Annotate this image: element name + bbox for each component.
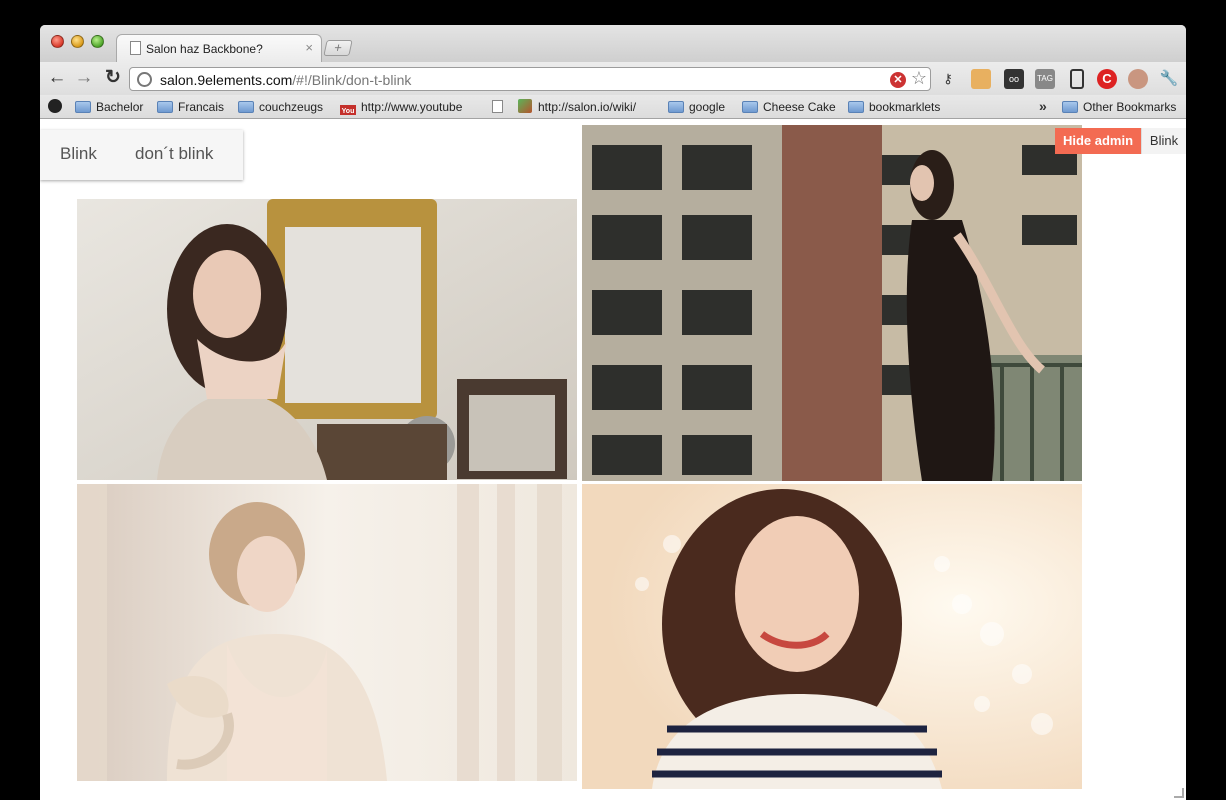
github-bookmark[interactable] bbox=[48, 99, 62, 115]
bookmark-couchzeugs[interactable]: couchzeugs bbox=[238, 99, 323, 115]
toolbar: ← → ↻ salon.9elements.com/#!/Blink/don-t… bbox=[40, 62, 1186, 95]
cake-icon[interactable] bbox=[971, 69, 991, 89]
github-icon bbox=[48, 99, 62, 113]
bookmark-label: http://www.youtube bbox=[361, 100, 463, 114]
glasses-icon[interactable]: oo bbox=[1004, 69, 1024, 89]
url-text: salon.9elements.com/#!/Blink/don-t-blink bbox=[160, 72, 411, 88]
forward-button[interactable]: → bbox=[73, 66, 95, 90]
hide-admin-button[interactable]: Hide admin bbox=[1055, 128, 1141, 154]
window-minimize-button[interactable] bbox=[71, 35, 84, 48]
phone-icon[interactable] bbox=[1070, 69, 1084, 89]
address-bar[interactable]: salon.9elements.com/#!/Blink/don-t-blink… bbox=[129, 67, 931, 91]
url-host: salon.9elements.com bbox=[160, 72, 293, 88]
bookmark-label: bookmarklets bbox=[869, 100, 941, 114]
tab-salon[interactable]: Salon haz Backbone? × bbox=[116, 34, 322, 62]
bookmark-salon-wiki[interactable]: http://salon.io/wiki/ bbox=[518, 99, 636, 115]
folder-icon bbox=[238, 101, 254, 113]
folder-icon bbox=[75, 101, 91, 113]
leaf-icon bbox=[518, 99, 532, 113]
folder-icon bbox=[157, 101, 173, 113]
globe-icon bbox=[137, 72, 152, 87]
folder-icon bbox=[742, 101, 758, 113]
photo-woman-striped-shirt[interactable] bbox=[582, 484, 1082, 789]
bookmark-label: google bbox=[689, 100, 726, 114]
album-title-panel: Blink don´t blink bbox=[40, 130, 243, 180]
bookmark-label: couchzeugs bbox=[259, 100, 324, 114]
key-icon[interactable]: ⚷ bbox=[938, 69, 958, 89]
resize-grip-icon[interactable] bbox=[1174, 788, 1184, 798]
folder-icon bbox=[668, 101, 684, 113]
bookmark-francais[interactable]: Francais bbox=[157, 99, 224, 115]
wrench-icon[interactable]: 🔧 bbox=[1159, 69, 1179, 89]
bookmark-label: Bachelor bbox=[96, 100, 144, 114]
bookmark-bookmarklets[interactable]: bookmarklets bbox=[848, 99, 940, 115]
bookmark-page[interactable] bbox=[492, 99, 509, 115]
back-button[interactable]: ← bbox=[46, 66, 68, 90]
youtube-icon: You bbox=[340, 105, 356, 115]
stop-icon[interactable]: C bbox=[1097, 69, 1117, 89]
url-path: /#!/Blink/don-t-blink bbox=[292, 72, 412, 88]
photo-woman-balcony[interactable] bbox=[582, 125, 1082, 481]
tab-close-icon[interactable]: × bbox=[305, 40, 313, 55]
admin-album-label[interactable]: Blink bbox=[1141, 128, 1186, 154]
bookmark-cheese-cake[interactable]: Cheese Cake bbox=[742, 99, 836, 115]
album-title[interactable]: Blink bbox=[60, 144, 97, 164]
folder-icon bbox=[848, 101, 864, 113]
window-maximize-button[interactable] bbox=[91, 35, 104, 48]
reload-button[interactable]: ↻ bbox=[102, 66, 124, 90]
page-icon bbox=[492, 100, 503, 113]
tag-icon[interactable]: TAG bbox=[1035, 69, 1055, 89]
star-icon[interactable]: ☆ bbox=[911, 68, 927, 89]
tab-title: Salon haz Backbone? bbox=[146, 42, 263, 56]
bookmark-bachelor[interactable]: Bachelor bbox=[75, 99, 143, 115]
photo-woman-bow[interactable] bbox=[77, 484, 577, 781]
bookmark-label: http://salon.io/wiki/ bbox=[538, 100, 637, 114]
new-tab-button[interactable]: + bbox=[323, 40, 353, 56]
window-close-button[interactable] bbox=[51, 35, 64, 48]
bookmark-youtube[interactable]: You http://www.youtube bbox=[340, 99, 473, 115]
tab-strip: Salon haz Backbone? × + bbox=[40, 25, 1186, 62]
bookmark-label: Other Bookmarks bbox=[1083, 100, 1177, 114]
stop-icon[interactable]: ✕ bbox=[890, 72, 906, 88]
page-icon bbox=[130, 41, 141, 55]
bookmark-label: Francais bbox=[178, 100, 225, 114]
more-bookmarks-chevron[interactable]: » bbox=[1039, 98, 1047, 114]
photo-woman-mirror[interactable] bbox=[77, 199, 577, 480]
album-subtitle[interactable]: don´t blink bbox=[135, 144, 213, 164]
bookmark-label: Cheese Cake bbox=[763, 100, 836, 114]
page-content: Blink don´t blink Hide admin Blink bbox=[40, 120, 1186, 800]
bookmark-google[interactable]: google bbox=[668, 99, 725, 115]
browser-window: Salon haz Backbone? × + ← → ↻ salon.9ele… bbox=[40, 25, 1186, 800]
other-bookmarks[interactable]: Other Bookmarks bbox=[1062, 99, 1176, 115]
bookmarks-bar: Bachelor Francais couchzeugs You http://w… bbox=[40, 95, 1186, 119]
apple-icon[interactable] bbox=[1128, 69, 1148, 89]
folder-icon bbox=[1062, 101, 1078, 113]
